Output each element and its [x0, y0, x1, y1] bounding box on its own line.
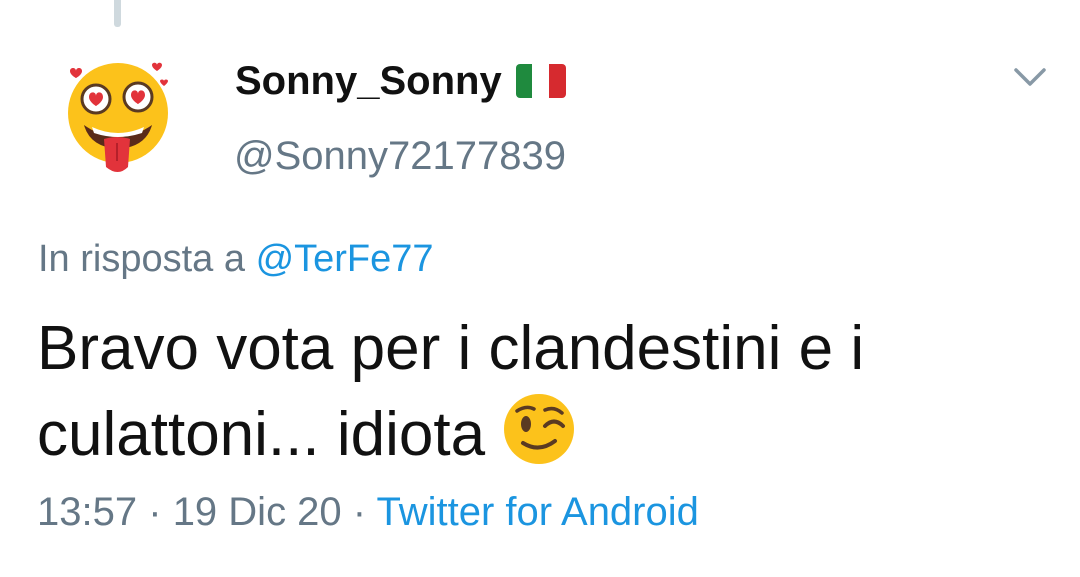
reply-mention-link[interactable]: @TerFe77	[256, 238, 434, 280]
winking-face-emoji-icon	[504, 394, 575, 464]
tweet-text-line-2-text: culattoni... idiota	[37, 400, 486, 469]
tweet-menu-button[interactable]	[1010, 62, 1050, 92]
reply-prefix: In risposta a	[38, 238, 245, 280]
reply-context: In risposta a @TerFe77	[38, 236, 434, 282]
thread-connector-line	[114, 0, 121, 27]
chevron-down-icon	[1014, 68, 1046, 86]
display-name-text[interactable]: Sonny_Sonny	[235, 57, 502, 105]
meta-separator: ·	[148, 490, 162, 534]
tweet-body: Bravo vota per i clandestini e i culatto…	[37, 307, 1047, 477]
meta-separator: ·	[352, 490, 367, 534]
tweet-meta: 13:57 · 19 Dic 20 · Twitter for Android	[37, 488, 699, 536]
italy-flag-icon	[515, 64, 566, 98]
tweet-source-link[interactable]: Twitter for Android	[377, 490, 699, 534]
tweet-time[interactable]: 13:57	[37, 490, 137, 534]
display-name[interactable]: Sonny_Sonny	[235, 57, 566, 105]
user-handle[interactable]: @Sonny72177839	[234, 132, 566, 180]
tweet-text-line-1: Bravo vota per i clandestini e i	[37, 314, 865, 383]
heart-eyes-tongue-emoji-icon	[68, 62, 168, 172]
avatar[interactable]	[56, 55, 184, 183]
tweet-date[interactable]: 19 Dic 20	[173, 490, 342, 534]
tweet-text-line-2: culattoni... idiota	[37, 391, 1047, 477]
